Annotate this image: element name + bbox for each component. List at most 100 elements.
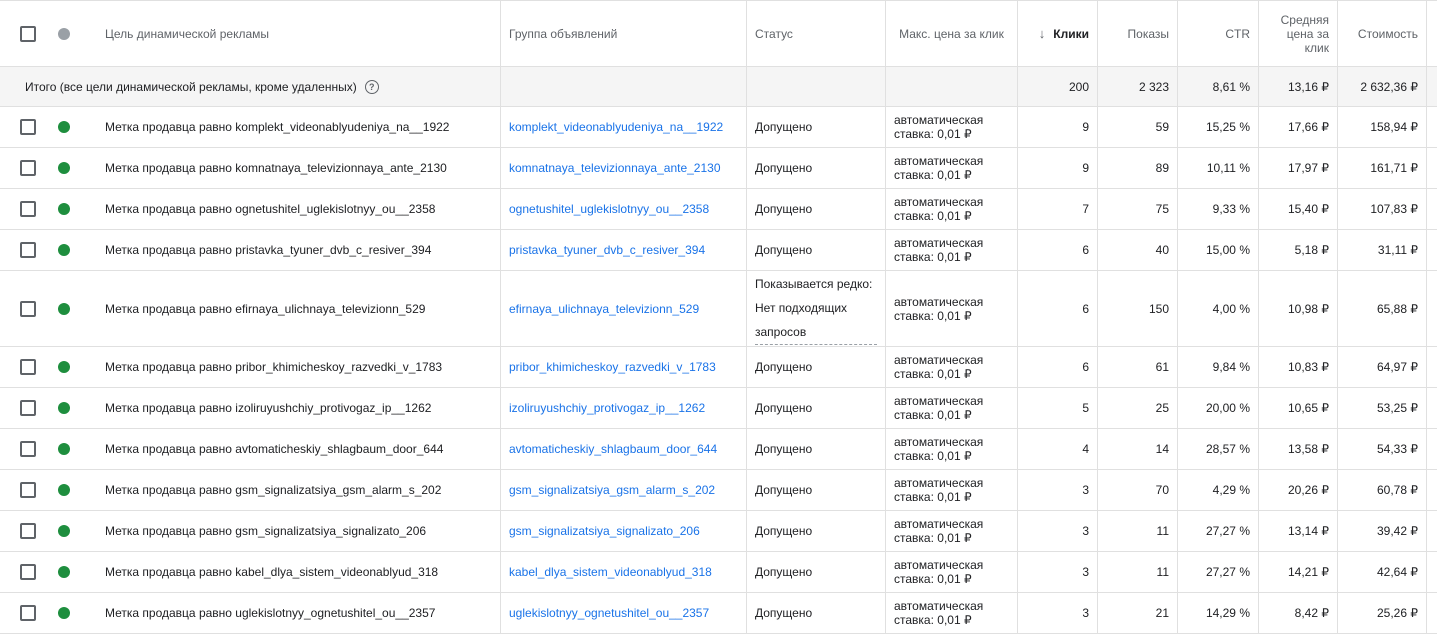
row-ad-group-link[interactable]: izoliruyushchiy_protivogaz_ip__1262 [509,401,705,415]
row-checkbox[interactable] [20,400,36,416]
table-body: Метка продавца равно komplekt_videonably… [0,107,1437,634]
row-max-cpc-cell[interactable]: автоматическая ставка: 0,01 ₽ [886,347,1018,387]
row-checkbox[interactable] [20,300,36,317]
row-max-cpc-line1: автоматическая [894,236,984,250]
enabled-status-icon[interactable] [58,121,70,133]
row-checkbox[interactable] [20,441,36,457]
row-max-cpc: автоматическая ставка: 0,01 ₽ [894,435,983,463]
row-max-cpc-cell[interactable]: автоматическая ставка: 0,01 ₽ [886,189,1018,229]
row-status[interactable]: Допущено [755,606,812,620]
totals-clicks: 200 [1018,67,1098,106]
row-status[interactable]: Допущено [755,483,812,497]
row-max-cpc-line2: ставка: 0,01 ₽ [894,449,972,463]
row-target: Метка продавца равно kabel_dlya_sistem_v… [96,552,501,592]
enabled-status-icon[interactable] [58,203,70,215]
row-ad-group-link[interactable]: efirnaya_ulichnaya_televizionn_529 [509,302,699,316]
row-ad-group-link[interactable]: pribor_khimicheskoy_razvedki_v_1783 [509,360,716,374]
enabled-status-icon[interactable] [58,402,70,414]
row-checkbox[interactable] [20,605,36,621]
row-status-cell: Допущено [747,189,886,229]
enabled-status-icon[interactable] [58,361,70,373]
row-ad-group-link[interactable]: komnatnaya_televizionnaya_ante_2130 [509,161,721,175]
row-impressions: 59 [1098,107,1178,147]
row-checkbox[interactable] [20,564,36,580]
row-clicks: 9 [1018,107,1098,147]
row-ad-group-link[interactable]: gsm_signalizatsiya_signalizato_206 [509,524,700,538]
enabled-status-icon[interactable] [58,443,70,455]
row-status[interactable]: Допущено [755,202,812,216]
row-max-cpc: автоматическая ставка: 0,01 ₽ [894,353,983,381]
row-max-cpc-cell[interactable]: автоматическая ставка: 0,01 ₽ [886,148,1018,188]
row-ad-group-link[interactable]: ognetushitel_uglekislotnyy_ou__2358 [509,202,709,216]
row-checkbox[interactable] [20,523,36,539]
row-target: Метка продавца равно gsm_signalizatsiya_… [96,511,501,551]
row-ad-group-link[interactable]: avtomaticheskiy_shlagbaum_door_644 [509,442,717,456]
row-checkbox[interactable] [20,359,36,375]
enabled-status-icon[interactable] [58,484,70,496]
row-max-cpc-cell[interactable]: автоматическая ставка: 0,01 ₽ [886,552,1018,592]
row-ad-group-cell: pribor_khimicheskoy_razvedki_v_1783 [501,347,747,387]
enabled-status-icon[interactable] [58,525,70,537]
help-circle-icon[interactable]: ? [364,79,379,94]
row-ad-group-link[interactable]: gsm_signalizatsiya_gsm_alarm_s_202 [509,483,715,497]
row-status-dot-cell [56,511,96,551]
row-max-cpc-cell[interactable]: автоматическая ставка: 0,01 ₽ [886,593,1018,633]
row-max-cpc-line2: ставка: 0,01 ₽ [894,209,972,223]
row-select-cell [0,148,56,188]
enabled-status-icon[interactable] [58,566,70,578]
row-max-cpc-cell[interactable]: автоматическая ставка: 0,01 ₽ [886,107,1018,147]
row-cost: 42,64 ₽ [1338,552,1427,592]
row-clicks: 6 [1018,230,1098,270]
row-status[interactable]: Допущено [755,243,812,257]
row-cost: 60,78 ₽ [1338,470,1427,510]
row-max-cpc-cell[interactable]: автоматическая ставка: 0,01 ₽ [886,470,1018,510]
column-header-max-cpc[interactable]: Макс. цена за клик [886,1,1018,66]
row-status[interactable]: Допущено [755,401,812,415]
enabled-status-icon[interactable] [58,302,70,315]
enabled-status-icon[interactable] [58,162,70,174]
row-max-cpc-cell[interactable]: автоматическая ставка: 0,01 ₽ [886,388,1018,428]
column-header-cost[interactable]: Стоимость [1338,1,1427,66]
table-row: Метка продавца равно gsm_signalizatsiya_… [0,470,1437,511]
row-max-cpc-cell[interactable]: автоматическая ставка: 0,01 ₽ [886,429,1018,469]
row-status[interactable]: Допущено [755,360,812,374]
row-checkbox[interactable] [20,482,36,498]
row-checkbox[interactable] [20,119,36,135]
row-status[interactable]: Допущено [755,442,812,456]
row-checkbox[interactable] [20,160,36,176]
enabled-status-icon[interactable] [58,607,70,619]
row-ad-group-link[interactable]: komplekt_videonablyudeniya_na__1922 [509,120,723,134]
row-avg-cpc: 10,83 ₽ [1259,347,1338,387]
column-header-avg-cpc[interactable]: Средняя цена за клик [1259,1,1338,66]
row-avg-cpc: 13,14 ₽ [1259,511,1338,551]
row-status[interactable]: Показывается редко: Нет подходящих запро… [755,272,877,345]
status-filter-icon[interactable] [58,27,70,40]
row-max-cpc: автоматическая ставка: 0,01 ₽ [894,113,983,141]
row-max-cpc-cell[interactable]: автоматическая ставка: 0,01 ₽ [886,511,1018,551]
row-checkbox[interactable] [20,201,36,217]
column-header-clicks[interactable]: ↓ Клики [1018,1,1098,66]
row-select-cell [0,230,56,270]
select-all-checkbox[interactable] [20,25,36,42]
row-status[interactable]: Допущено [755,161,812,175]
row-ad-group-link[interactable]: uglekislotnyy_ognetushitel_ou__2357 [509,606,709,620]
row-clicks: 3 [1018,470,1098,510]
enabled-status-icon[interactable] [58,244,70,256]
column-header-impressions[interactable]: Показы [1098,1,1178,66]
row-status[interactable]: Допущено [755,565,812,579]
row-status[interactable]: Допущено [755,120,812,134]
column-header-ctr[interactable]: CTR [1178,1,1259,66]
row-checkbox[interactable] [20,242,36,258]
row-max-cpc-cell[interactable]: автоматическая ставка: 0,01 ₽ [886,271,1018,346]
column-header-target[interactable]: Цель динамической рекламы [96,1,501,66]
row-max-cpc-cell[interactable]: автоматическая ставка: 0,01 ₽ [886,230,1018,270]
row-max-cpc-line1: автоматическая [894,154,984,168]
column-header-ad-group[interactable]: Группа объявлений [501,1,747,66]
row-target: Метка продавца равно efirnaya_ulichnaya_… [96,271,501,346]
column-header-status[interactable]: Статус [747,1,886,66]
row-status-cell: Допущено [747,429,886,469]
row-ad-group-link[interactable]: kabel_dlya_sistem_videonablyud_318 [509,565,712,579]
row-status-dot-cell [56,552,96,592]
row-ad-group-link[interactable]: pristavka_tyuner_dvb_c_resiver_394 [509,243,705,257]
row-status[interactable]: Допущено [755,524,812,538]
